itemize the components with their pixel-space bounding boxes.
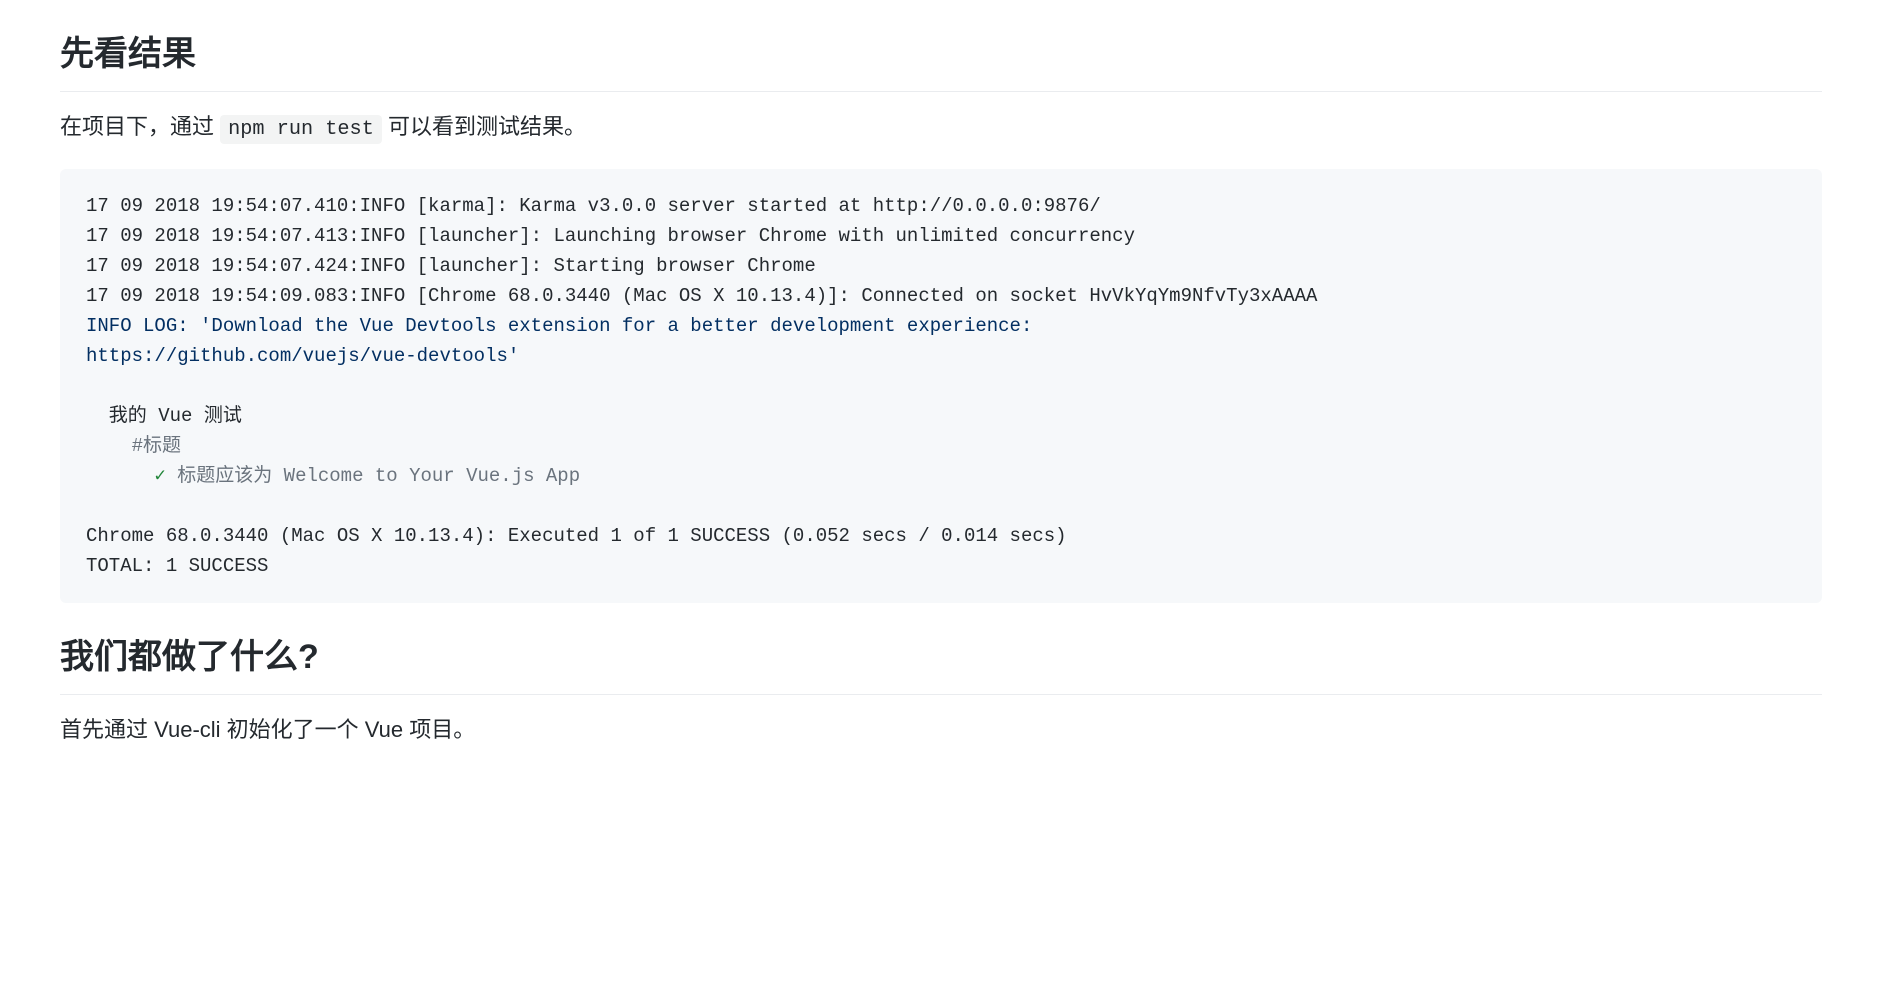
log-info-url: https://github.com/vuejs/vue-devtools' [86, 345, 519, 367]
log-line: 17 09 2018 19:54:07.413:INFO [launcher]:… [86, 225, 1135, 247]
test-describe-name: #标题 [86, 435, 181, 457]
test-suite-name: 我的 Vue 测试 [86, 405, 242, 427]
log-line: 17 09 2018 19:54:09.083:INFO [Chrome 68.… [86, 285, 1317, 307]
inline-code-npm-run-test: npm run test [220, 115, 382, 144]
test-case-name: 标题应该为 Welcome to Your Vue.js App [177, 465, 580, 487]
log-line: 17 09 2018 19:54:07.424:INFO [launcher]:… [86, 255, 816, 277]
intro-text-after: 可以看到测试结果。 [382, 114, 586, 139]
console-output-block: 17 09 2018 19:54:07.410:INFO [karma]: Ka… [60, 169, 1822, 603]
log-summary-line: Chrome 68.0.3440 (Mac OS X 10.13.4): Exe… [86, 525, 1067, 547]
intro-paragraph: 在项目下，通过 npm run test 可以看到测试结果。 [60, 110, 1822, 145]
log-total-line: TOTAL: 1 SUCCESS [86, 555, 268, 577]
check-icon: ✓ [86, 465, 177, 487]
section-heading-results: 先看结果 [60, 28, 1822, 92]
log-line: 17 09 2018 19:54:07.410:INFO [karma]: Ka… [86, 195, 1101, 217]
log-info-message: INFO LOG: 'Download the Vue Devtools ext… [86, 315, 1032, 337]
section-heading-what-we-did: 我们都做了什么? [60, 631, 1822, 695]
intro-text-before: 在项目下，通过 [60, 114, 220, 139]
explain-paragraph: 首先通过 Vue-cli 初始化了一个 Vue 项目。 [60, 713, 1822, 747]
